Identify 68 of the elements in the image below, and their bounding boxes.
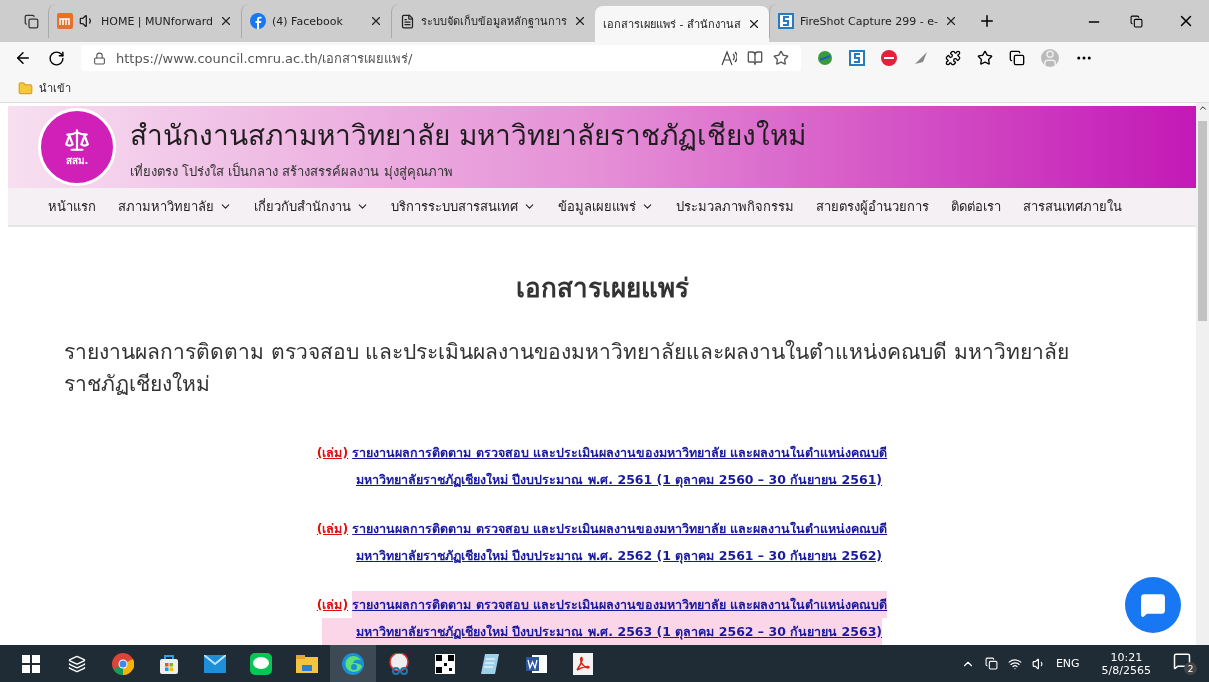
address-bar[interactable]: https://www.council.cmru.ac.th/เอกสารเผยแพร่/: [81, 45, 801, 71]
nav-link[interactable]: บริการระบบสารสนเทศ: [391, 196, 536, 218]
close-icon[interactable]: [573, 14, 587, 28]
extensions-icon[interactable]: [945, 50, 961, 66]
s-logo-icon: [778, 13, 794, 29]
bookmark-link[interactable]: นำเข้า: [39, 79, 71, 97]
close-icon[interactable]: [747, 17, 761, 31]
edge-icon[interactable]: [342, 652, 364, 675]
document-link[interactable]: รายงานผลการติดตาม ตรวจสอบ และประเมินผลงานของมหาวิทยาลัย และผลงานในตำแหน่งคณบดี: [352, 591, 888, 618]
folder-icon: [18, 80, 33, 96]
windows-icon[interactable]: [22, 654, 40, 673]
s-logo-icon[interactable]: [849, 50, 865, 66]
document-tag-link[interactable]: (เล่ม): [316, 439, 349, 466]
page-icon: [400, 13, 415, 29]
nav-link[interactable]: ติดต่อเรา: [951, 196, 1001, 218]
nav-link[interactable]: ข้อมูลเผยแพร่: [558, 196, 654, 218]
document-tag-link[interactable]: (เล่ม): [316, 515, 349, 542]
site-title: สำนักงานสภามหาวิทยาลัย มหาวิทยาลัยราชภัฏเชียงใหม่: [130, 117, 806, 154]
notepad-icon[interactable]: [481, 652, 501, 675]
task-view-icon[interactable]: [68, 654, 86, 673]
line-chat-icon[interactable]: [250, 652, 272, 675]
back-icon[interactable]: [14, 49, 32, 67]
nav-link[interactable]: สายตรงผู้อำนวยการ: [816, 196, 929, 218]
f-logo-icon: [250, 13, 266, 29]
nav-link[interactable]: เกี่ยวกับสำนักงาน: [254, 196, 369, 218]
nav-link[interactable]: สภามหาวิทยาลัย: [118, 196, 232, 218]
scrollbar[interactable]: [1196, 103, 1209, 645]
folder-icon[interactable]: [296, 654, 318, 673]
close-icon[interactable]: [219, 14, 233, 28]
messenger-button[interactable]: [1125, 577, 1181, 633]
language-indicator[interactable]: ENG: [1055, 657, 1080, 670]
meet-icon[interactable]: [984, 657, 998, 670]
chat-bubble-icon: [1140, 592, 1166, 618]
nav-link[interactable]: หน้าแรก: [48, 196, 96, 218]
browser-tab[interactable]: FireShot Capture 299 - e-: [769, 4, 967, 38]
word-icon[interactable]: [526, 652, 548, 675]
browser-tab[interactable]: (4) Facebook: [241, 4, 391, 38]
m-logo-icon: [57, 13, 73, 29]
shopping-bag-icon[interactable]: [158, 652, 180, 675]
page-heading: เอกสารเผยแพร่: [514, 271, 690, 305]
nav-link[interactable]: ประมวลภาพกิจกรรม: [676, 196, 794, 218]
lock-icon: [93, 51, 106, 65]
reader-icon[interactable]: [747, 50, 763, 66]
section-heading: รายงานผลการติดตาม ตรวจสอบ และประเมินผลงานของมหาวิทยาลัยและผลงานในตำแหน่งคณบดี มหาวิทยาลัยราชภัฏเชียงใหม่: [64, 338, 1071, 399]
qr-code-icon[interactable]: [435, 653, 455, 674]
restore-icon[interactable]: [1130, 15, 1143, 28]
read-aloud-icon[interactable]: [721, 50, 737, 66]
refresh-icon[interactable]: [48, 49, 65, 67]
pdf-icon[interactable]: [573, 652, 593, 675]
favorite-icon[interactable]: [773, 50, 789, 66]
clock[interactable]: 10:21 5/8/2565: [1101, 650, 1151, 677]
site-tagline: เที่ยงตรง โปร่งใส เป็นกลาง สร้างสรรค์ผลงาน มุ่งสู่คุณภาพ: [130, 161, 454, 182]
document-tag-link[interactable]: (เล่ม): [316, 591, 349, 618]
chrome-icon[interactable]: [112, 652, 134, 675]
scroll-up-icon[interactable]: [1197, 103, 1208, 113]
url-text: https://www.council.cmru.ac.th/เอกสารเผยแพร่/: [116, 49, 414, 68]
network-icon[interactable]: [1007, 656, 1022, 671]
nav-link[interactable]: สารสนเทศภายใน: [1023, 196, 1122, 218]
logo-text: สสม.: [65, 153, 89, 168]
document-link[interactable]: มหาวิทยาลัยราชภัฏเชียงใหม่ ปีงบประมาณ พ.ศ. 2563 (1 ตุลาคม 2562 – 30 กันยายน 2563): [321, 618, 883, 645]
scales-icon: [64, 126, 90, 153]
browser-tab[interactable]: เอกสารเผยแพร่ - สำนักงานส: [595, 6, 769, 42]
close-icon[interactable]: [369, 14, 383, 28]
browser-tab[interactable]: HOME | MUNforward: [48, 4, 241, 38]
stop-sign-icon[interactable]: [881, 50, 897, 66]
favorites-list-icon[interactable]: [977, 50, 993, 66]
collections-icon[interactable]: [1009, 50, 1025, 66]
envelope-icon[interactable]: [204, 654, 226, 673]
